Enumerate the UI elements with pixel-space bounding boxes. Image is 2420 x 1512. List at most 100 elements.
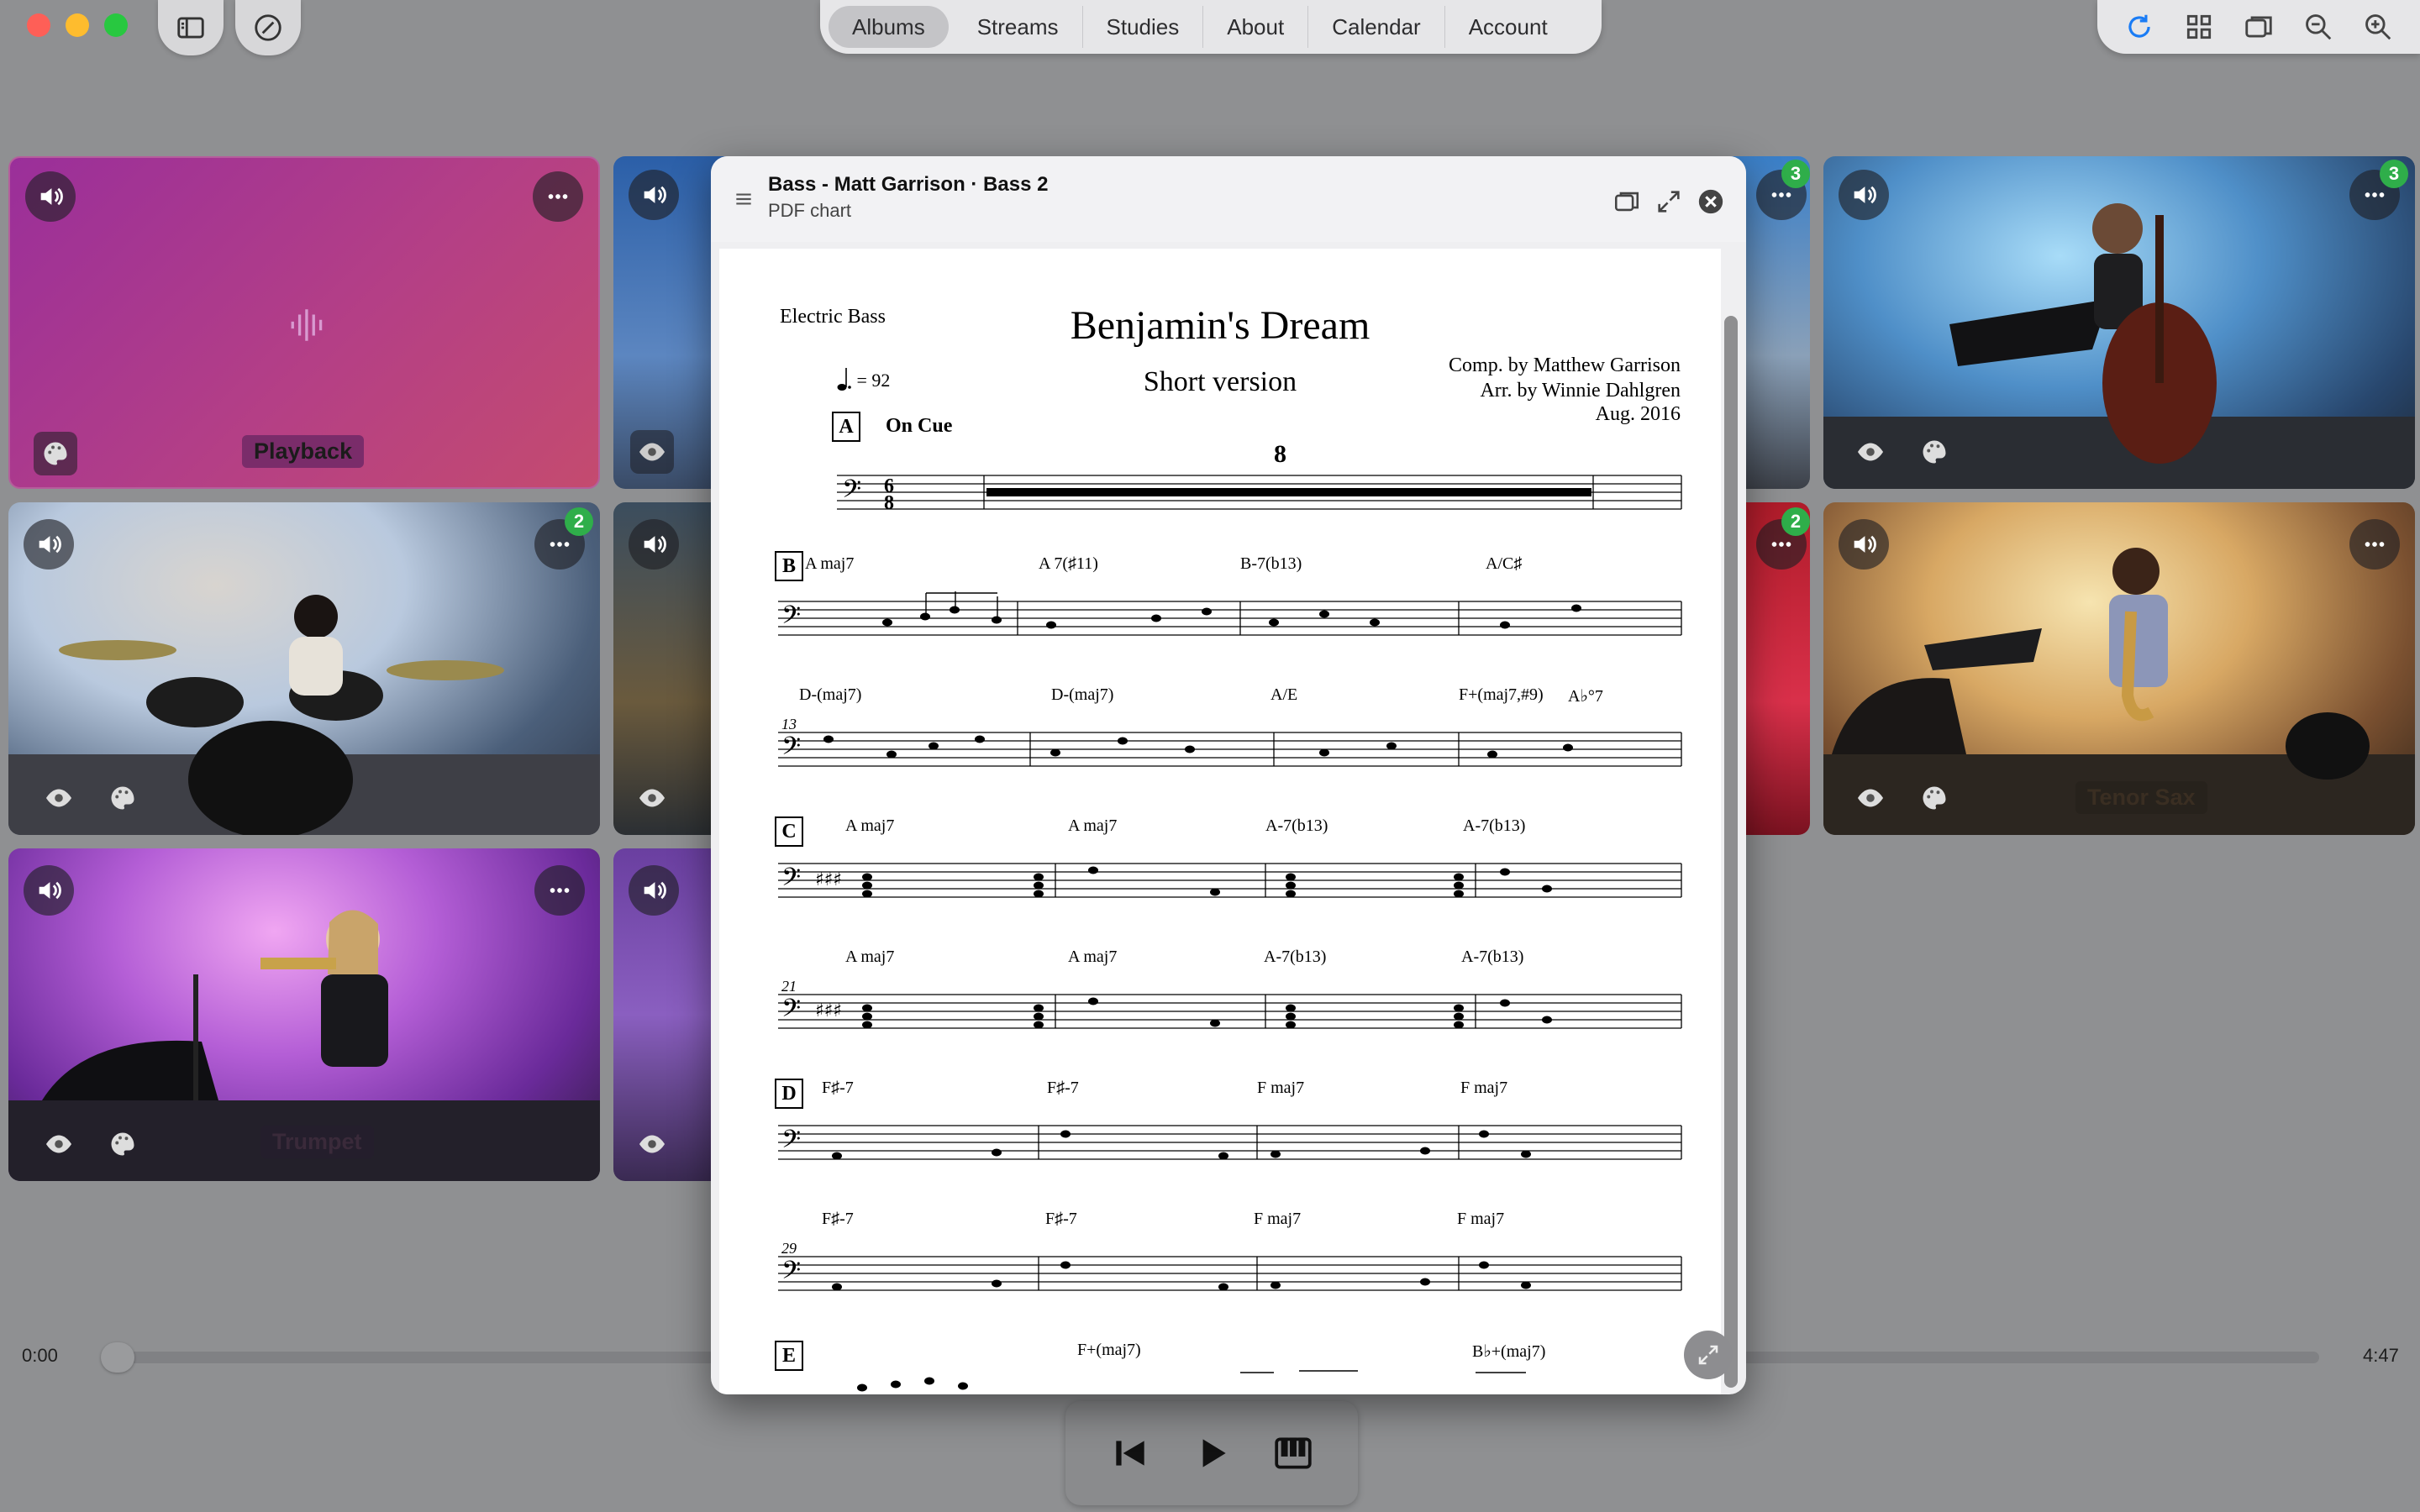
visibility-button[interactable] <box>1849 430 1892 474</box>
tab-albums[interactable]: Albums <box>829 6 949 48</box>
tile-sax[interactable]: Tenor Sax <box>1823 502 2415 835</box>
notification-badge: 3 <box>1781 160 1810 188</box>
view-toolbar <box>2097 0 2420 54</box>
speaker-icon <box>1854 535 1876 554</box>
chord-symbol: A maj7 <box>805 554 855 573</box>
windows-icon[interactable] <box>2243 11 2275 43</box>
close-window-button[interactable] <box>27 13 50 37</box>
minimize-window-button[interactable] <box>66 13 89 37</box>
modal-title: Bass - Matt Garrison · Bass 2 <box>768 173 1049 196</box>
volume-button[interactable] <box>1839 519 1889 570</box>
visibility-button[interactable] <box>37 776 81 820</box>
chord-symbol: A/C♯ <box>1486 554 1523 573</box>
chord-symbol: A-7(b13) <box>1463 816 1526 835</box>
visibility-button[interactable] <box>1849 776 1892 820</box>
scrollbar-thumb[interactable] <box>1724 316 1738 1388</box>
rehearsal-mark-b: B <box>775 551 803 581</box>
volume-button[interactable] <box>25 171 76 222</box>
zoom-in-icon[interactable] <box>2362 11 2394 43</box>
close-modal-button[interactable] <box>1694 185 1728 218</box>
staff-row-3: 𝄢 <box>778 732 1682 767</box>
svg-text:𝄢: 𝄢 <box>781 1257 801 1291</box>
palette-button[interactable] <box>101 776 145 820</box>
eye-icon <box>1858 443 1883 461</box>
tile-drums[interactable]: 2 <box>8 502 600 835</box>
speaker-icon <box>1854 186 1876 204</box>
fit-page-button[interactable] <box>1684 1331 1733 1379</box>
volume-button[interactable] <box>24 865 74 916</box>
notification-badge: 3 <box>2380 160 2408 188</box>
tab-studies[interactable]: Studies <box>1083 6 1204 48</box>
visibility-button[interactable] <box>37 1122 81 1166</box>
zoom-window-button[interactable] <box>104 13 128 37</box>
volume-button[interactable] <box>629 170 679 220</box>
refresh-icon[interactable] <box>2123 11 2155 43</box>
more-button[interactable] <box>2349 519 2400 570</box>
composer-credit: Comp. by Matthew Garrison <box>1449 354 1681 376</box>
svg-text:♯♯♯: ♯♯♯ <box>815 1000 842 1021</box>
palette-icon <box>111 1132 134 1156</box>
staff-row-4: 𝄢 ♯♯♯ <box>778 863 1682 898</box>
palette-icon <box>44 442 67 465</box>
date-credit: Aug. 2016 <box>1595 403 1681 425</box>
tab-calendar[interactable]: Calendar <box>1308 6 1445 48</box>
staff-row-1: 𝄢 6 8 <box>837 475 1682 514</box>
svg-text:♯♯♯: ♯♯♯ <box>815 869 842 890</box>
pdf-chart-modal: Bass - Matt Garrison · Bass 2 PDF chart … <box>711 156 1746 1394</box>
current-time: 0:00 <box>22 1345 58 1366</box>
tile-label-trumpet: Trumpet <box>260 1126 374 1158</box>
sidebar-icon <box>177 17 204 39</box>
tile-label-playback: Playback <box>242 435 365 468</box>
progress-thumb[interactable] <box>101 1342 134 1373</box>
visibility-button[interactable] <box>630 430 674 474</box>
chord-symbol: F maj7 <box>1460 1079 1508 1097</box>
tile-bass[interactable]: 3 <box>1823 156 2415 489</box>
sidebar-toggle-button[interactable] <box>158 0 224 55</box>
visibility-button[interactable] <box>630 1122 674 1166</box>
modal-header: Bass - Matt Garrison · Bass 2 PDF chart <box>711 156 1746 242</box>
palette-button[interactable] <box>34 432 77 475</box>
player-controls <box>1065 1401 1358 1505</box>
palette-button[interactable] <box>1912 776 1956 820</box>
speaker-icon <box>644 186 666 204</box>
expand-button[interactable] <box>1652 185 1686 218</box>
volume-button[interactable] <box>629 865 679 916</box>
tab-account[interactable]: Account <box>1445 6 1571 48</box>
picture-in-picture-button[interactable] <box>1610 185 1644 218</box>
more-button[interactable] <box>533 171 583 222</box>
visibility-button[interactable] <box>630 776 674 820</box>
volume-button[interactable] <box>629 519 679 570</box>
chord-symbol: F♯-7 <box>822 1210 854 1228</box>
palette-icon <box>1923 440 1946 464</box>
palette-button[interactable] <box>1912 430 1956 474</box>
more-button[interactable] <box>534 865 585 916</box>
compass-button[interactable] <box>235 0 301 55</box>
volume-button[interactable] <box>1839 170 1889 220</box>
svg-text:𝄢: 𝄢 <box>781 1126 801 1160</box>
rehearsal-mark-a: A <box>832 412 860 442</box>
palette-icon <box>1923 786 1946 810</box>
chord-symbol: F maj7 <box>1257 1079 1305 1097</box>
tab-about[interactable]: About <box>1203 6 1309 48</box>
svg-text:𝄢: 𝄢 <box>781 995 801 1029</box>
zoom-out-icon[interactable] <box>2302 11 2334 43</box>
eye-icon <box>1858 789 1883 807</box>
staff-row-2: 𝄢 <box>778 591 1682 636</box>
score-page[interactable]: Electric Bass Benjamin's Dream Short ver… <box>719 249 1721 1394</box>
skip-back-icon[interactable] <box>1109 1432 1151 1474</box>
menu-icon[interactable] <box>733 188 755 210</box>
palette-button[interactable] <box>101 1122 145 1166</box>
modal-subtitle: PDF chart <box>768 200 852 221</box>
tile-trumpet[interactable]: Trumpet <box>8 848 600 1181</box>
rehearsal-mark-c: C <box>775 816 803 847</box>
chord-symbol: A-7(b13) <box>1265 816 1328 835</box>
speaker-icon <box>39 535 61 554</box>
piano-icon[interactable] <box>1272 1432 1314 1474</box>
play-icon[interactable] <box>1191 1432 1233 1474</box>
chord-symbol: F maj7 <box>1254 1210 1302 1228</box>
chord-symbol: A 7(♯11) <box>1039 554 1098 573</box>
tile-playback[interactable]: Playback <box>8 156 600 489</box>
volume-button[interactable] <box>24 519 74 570</box>
grid-icon[interactable] <box>2183 11 2215 43</box>
tab-streams[interactable]: Streams <box>954 6 1083 48</box>
